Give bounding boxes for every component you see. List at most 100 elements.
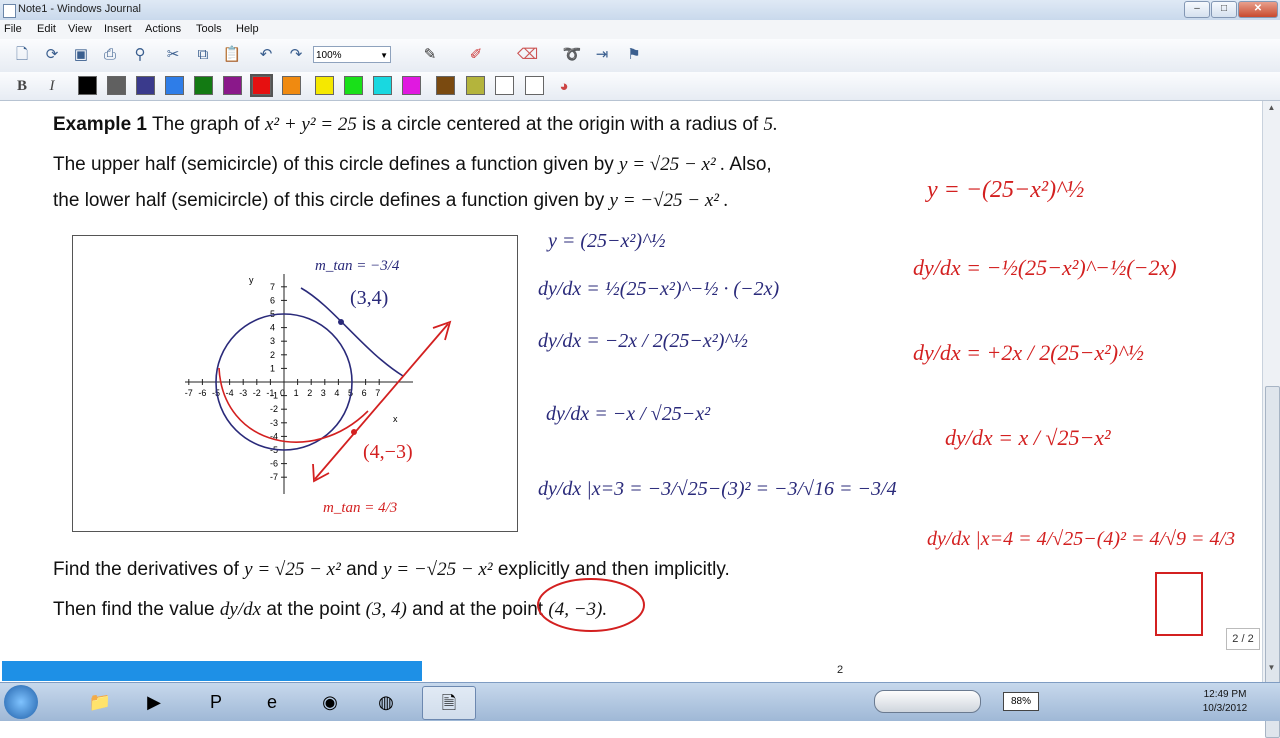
y-tick-label: 1 bbox=[270, 363, 275, 373]
color-picker-icon[interactable]: ◕ bbox=[554, 77, 574, 97]
menu-edit[interactable]: Edit bbox=[37, 23, 56, 35]
firefox-taskbar-icon[interactable]: ◍ bbox=[360, 686, 412, 718]
highlighter-icon[interactable]: ✐ bbox=[466, 45, 486, 65]
color-swatch[interactable] bbox=[525, 76, 544, 95]
x-tick-label: 7 bbox=[375, 388, 380, 398]
maximize-button[interactable]: □ bbox=[1211, 1, 1237, 18]
color-swatch[interactable] bbox=[223, 76, 242, 95]
save-icon[interactable]: ▣ bbox=[71, 45, 91, 65]
lower-semicircle-red bbox=[218, 367, 369, 443]
color-swatch[interactable] bbox=[495, 76, 514, 95]
title-bar: Note1 - Windows Journal – □ ✕ bbox=[0, 0, 1280, 21]
undo-icon[interactable]: ↶ bbox=[256, 45, 276, 65]
color-swatch[interactable] bbox=[344, 76, 363, 95]
x-tick-label: 4 bbox=[334, 388, 339, 398]
example-label: Example 1 bbox=[53, 114, 147, 135]
color-swatch[interactable] bbox=[373, 76, 392, 95]
lasso-icon[interactable]: ➰ bbox=[562, 45, 582, 65]
close-button[interactable]: ✕ bbox=[1238, 1, 1278, 18]
menu-insert[interactable]: Insert bbox=[104, 23, 132, 35]
color-swatch[interactable] bbox=[436, 76, 455, 95]
explorer-taskbar-icon[interactable]: 📁 bbox=[74, 686, 126, 718]
graph-svg: -7 -6 -5 -4 -3 -2 -1 0 1 2 3 4 5 6 77654321-1-2-3-4-5-… bbox=[185, 258, 452, 516]
media-player-taskbar-icon[interactable]: ▶ bbox=[128, 686, 180, 718]
clock-date: 10/3/2012 bbox=[1202, 703, 1248, 714]
chrome-taskbar-icon[interactable]: ◉ bbox=[304, 686, 356, 718]
menu-view[interactable]: View bbox=[68, 23, 92, 35]
color-swatch[interactable] bbox=[250, 74, 273, 97]
italic-icon[interactable]: I bbox=[42, 76, 62, 96]
redo-icon[interactable]: ↷ bbox=[286, 45, 306, 65]
copy-icon[interactable]: ⧉ bbox=[193, 45, 213, 65]
y-tick-label: 2 bbox=[270, 350, 275, 360]
page-indicator: 2 / 2 bbox=[1226, 628, 1260, 650]
color-swatch[interactable] bbox=[315, 76, 334, 95]
y-tick-label: 3 bbox=[270, 336, 275, 346]
internet-explorer-taskbar-icon[interactable]: e bbox=[246, 686, 298, 718]
x-tick-label: -7 bbox=[185, 388, 193, 398]
new-note-icon[interactable]: 🗋 bbox=[12, 45, 32, 65]
menu-tools[interactable]: Tools bbox=[196, 23, 222, 35]
menu-help[interactable]: Help bbox=[236, 23, 259, 35]
x-tick-label: -2 bbox=[253, 388, 261, 398]
point-label-3-4: (3,4) bbox=[350, 287, 388, 309]
hw-right-line-1: y = −(25−x²)^½ bbox=[925, 177, 1084, 203]
scroll-up-icon[interactable]: ▲ bbox=[1265, 103, 1278, 118]
handwriting-middle: y = (25−x²)^½ dy/dx = ½(25−x²)^−½ · (−2x… bbox=[538, 230, 897, 500]
y-tick-label: -3 bbox=[270, 418, 278, 428]
hw-mid-line-1: y = (25−x²)^½ bbox=[546, 230, 666, 252]
media-controls[interactable] bbox=[874, 690, 981, 713]
start-button[interactable] bbox=[4, 685, 38, 719]
line1-text-b: is a circle centered at the origin with … bbox=[362, 114, 759, 135]
color-swatch[interactable] bbox=[194, 76, 213, 95]
open-icon[interactable]: ⟳ bbox=[42, 45, 62, 65]
paste-icon[interactable]: 📋 bbox=[222, 45, 242, 65]
x-tick-label: 2 bbox=[307, 388, 312, 398]
zoom-select[interactable]: 100% ▼ bbox=[313, 46, 391, 63]
menu-file[interactable]: File bbox=[4, 23, 22, 35]
flag-icon[interactable]: ⚑ bbox=[624, 45, 644, 65]
color-swatch[interactable] bbox=[282, 76, 301, 95]
powerpoint-taskbar-icon[interactable]: P bbox=[190, 686, 242, 718]
scroll-down-icon[interactable]: ▼ bbox=[1265, 663, 1278, 678]
cut-icon[interactable]: ✂ bbox=[163, 45, 183, 65]
vertical-scrollbar[interactable]: ▲ ▼ bbox=[1262, 101, 1280, 738]
chevron-down-icon: ▼ bbox=[380, 51, 388, 60]
handwriting-right: y = −(25−x²)^½ dy/dx = −½(25−x²)^−½(−2x)… bbox=[913, 177, 1235, 636]
menu-bar: File Edit View Insert Actions Tools Help bbox=[0, 20, 1280, 39]
eraser-icon[interactable]: ⌫ bbox=[517, 45, 538, 65]
journal-app-icon bbox=[3, 4, 16, 18]
system-clock[interactable]: 12:49 PM 10/3/2012 bbox=[1196, 688, 1254, 716]
x-tick-label: 1 bbox=[294, 388, 299, 398]
line3-text-a: the lower half (semicircle) of this circ… bbox=[53, 190, 605, 211]
red-ellipse bbox=[537, 578, 645, 632]
pen-icon: ✎ bbox=[423, 46, 437, 63]
color-swatch[interactable] bbox=[165, 76, 184, 95]
color-swatch[interactable] bbox=[402, 76, 421, 95]
color-swatch[interactable] bbox=[78, 76, 97, 95]
insert-space-icon[interactable]: ⇥ bbox=[592, 45, 612, 65]
mtan-top-label: m_tan = −3/4 bbox=[315, 258, 400, 274]
x-tick-label: 0 bbox=[280, 388, 285, 398]
minimize-button[interactable]: – bbox=[1184, 1, 1210, 18]
find-icon[interactable]: ⚲ bbox=[130, 45, 150, 65]
y-tick-label: -1 bbox=[270, 391, 278, 401]
y-tick-label: 4 bbox=[270, 323, 275, 333]
color-swatch[interactable] bbox=[136, 76, 155, 95]
color-swatch[interactable] bbox=[107, 76, 126, 95]
menu-actions[interactable]: Actions bbox=[145, 23, 181, 35]
point-label-4-minus3: (4,−3) bbox=[363, 441, 413, 463]
q2-point-1: (3, 4) bbox=[365, 599, 407, 620]
bold-icon[interactable]: B bbox=[12, 76, 32, 96]
hw-mid-line-5: dy/dx |x=3 = −3/√25−(3)² = −3/√16 = −3/4 bbox=[538, 478, 897, 500]
line2-text-a: The upper half (semicircle) of this circ… bbox=[53, 154, 614, 175]
taskbar: 📁 ▶ P e ◉ ◍ 🗎 bbox=[0, 682, 1280, 721]
print-icon[interactable]: ⎙ bbox=[100, 45, 120, 65]
line2-text-b: Also, bbox=[729, 154, 772, 175]
color-swatch[interactable] bbox=[466, 76, 485, 95]
journal-taskbar-icon[interactable]: 🗎 bbox=[422, 686, 476, 720]
q2-text-b: at the point bbox=[266, 599, 361, 620]
y-tick-label: -7 bbox=[270, 472, 278, 482]
hw-right-line-2: dy/dx = −½(25−x²)^−½(−2x) bbox=[913, 255, 1177, 280]
boxed-answer bbox=[1155, 572, 1203, 636]
